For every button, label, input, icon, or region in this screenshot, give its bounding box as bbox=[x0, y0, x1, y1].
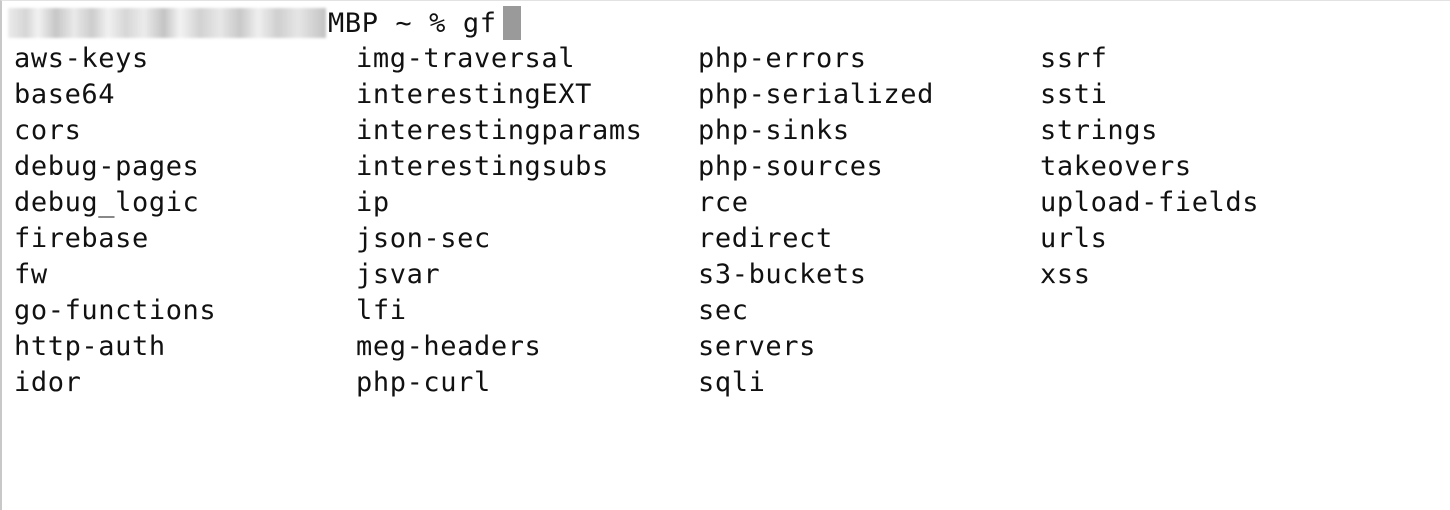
list-item: interestingEXT bbox=[356, 79, 592, 110]
list-item: fw bbox=[14, 259, 48, 290]
list-item: urls bbox=[1040, 223, 1108, 254]
list-item: aws-keys bbox=[14, 43, 149, 74]
list-item: lfi bbox=[356, 295, 407, 326]
prompt-line: MBP ~ % gf bbox=[8, 5, 521, 41]
list-item: redirect bbox=[698, 223, 833, 254]
list-item: jsvar bbox=[356, 259, 441, 290]
list-item: ssti bbox=[1040, 79, 1108, 110]
list-item: debug_logic bbox=[14, 187, 200, 218]
list-item: php-serialized bbox=[698, 79, 934, 110]
list-item: php-sinks bbox=[698, 115, 850, 146]
list-item: strings bbox=[1040, 115, 1158, 146]
list-item: interestingparams bbox=[356, 115, 643, 146]
list-item: takeovers bbox=[1040, 151, 1192, 182]
list-item: cors bbox=[14, 115, 82, 146]
list-item: php-curl bbox=[356, 367, 491, 398]
list-item: php-sources bbox=[698, 151, 884, 182]
pattern-list: aws-keys base64 cors debug-pages debug_l… bbox=[14, 41, 1382, 401]
list-item: s3-buckets bbox=[698, 259, 867, 290]
list-item: go-functions bbox=[14, 295, 217, 326]
terminal-window[interactable]: MBP ~ % gf aws-keys base64 cors debug-pa… bbox=[0, 0, 1450, 510]
list-item: debug-pages bbox=[14, 151, 200, 182]
list-item: interestingsubs bbox=[356, 151, 609, 182]
list-item: meg-headers bbox=[356, 331, 542, 362]
list-item: idor bbox=[14, 367, 82, 398]
list-item: servers bbox=[698, 331, 816, 362]
list-item: xss bbox=[1040, 259, 1091, 290]
list-item: firebase bbox=[14, 223, 149, 254]
prompt-host-suffix: MBP ~ % bbox=[328, 7, 463, 39]
list-item: rce bbox=[698, 187, 749, 218]
list-item: http-auth bbox=[14, 331, 166, 362]
redacted-username bbox=[8, 8, 326, 38]
prompt-command: gf bbox=[462, 7, 497, 39]
list-item: php-errors bbox=[698, 43, 867, 74]
list-item: sqli bbox=[698, 367, 766, 398]
list-item: json-sec bbox=[356, 223, 491, 254]
list-item: upload-fields bbox=[1040, 187, 1260, 218]
list-item: ssrf bbox=[1040, 43, 1108, 74]
text-cursor bbox=[502, 6, 521, 40]
list-item: img-traversal bbox=[356, 43, 576, 74]
list-item: base64 bbox=[14, 79, 116, 110]
list-item: ip bbox=[356, 187, 390, 218]
list-item: sec bbox=[698, 295, 749, 326]
